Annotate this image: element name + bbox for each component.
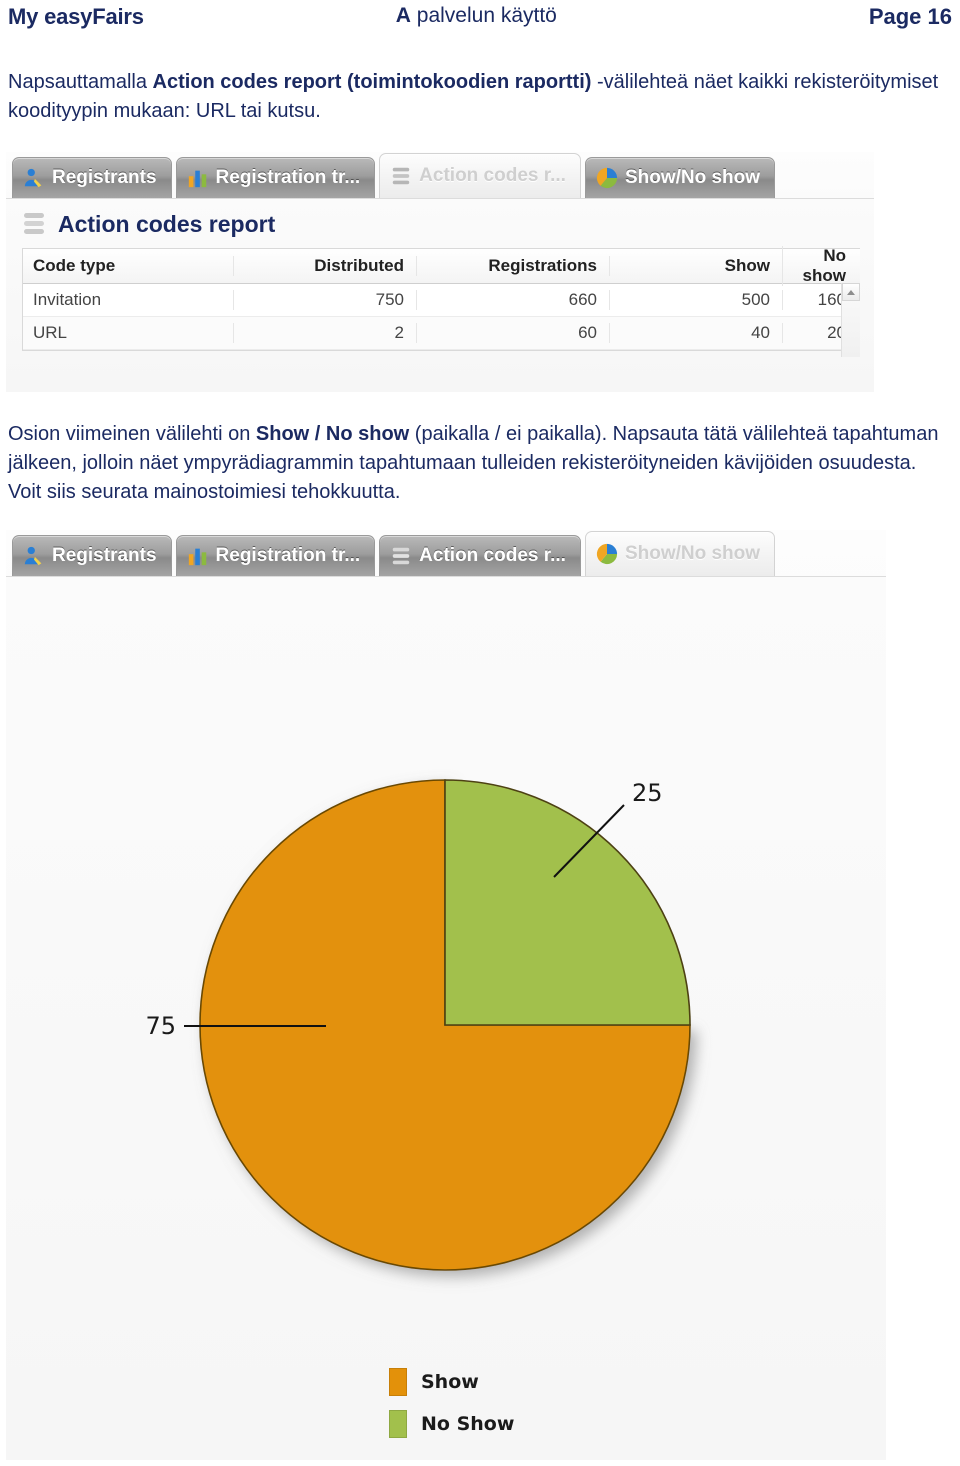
table-row[interactable]: Invitation 750 660 500 160 [23,284,860,317]
pie-chart-container: 75 25 [6,577,886,1460]
cell-distributed: 750 [233,290,416,310]
legend-label-no-show: No Show [421,1413,515,1435]
header-left-title: My easyFairs [8,4,144,29]
screenshot-action-codes-report: Registrants Registration tr... Action co… [6,152,874,392]
stacked-list-icon [392,167,410,185]
paragraph-2-part1: Osion viimeinen välilehti on [8,423,256,445]
cell-show: 500 [609,290,782,310]
bar-chart-icon [188,170,206,188]
pie-label-show: 75 [145,1012,176,1040]
paragraph-2: Osion viimeinen välilehti on Show / No s… [8,420,952,507]
tab-show-no-show[interactable]: Show/No show [584,157,776,198]
table-header-row: Code type Distributed Registrations Show… [23,246,860,286]
legend-item-show[interactable]: Show [389,1368,514,1396]
tab-label: Registrants [52,167,157,188]
pie-slice-no-show[interactable] [444,779,691,1026]
tab-registration-trend[interactable]: Registration tr... [175,157,376,198]
screenshot-show-no-show-chart: Registrants Registration tr... Action co… [6,530,886,1460]
table-scrollbar[interactable] [841,283,860,357]
cell-show: 40 [609,323,782,343]
tab-registrants[interactable]: Registrants [12,157,172,198]
column-header-show[interactable]: Show [609,256,782,276]
tab-label: Registrants [52,545,157,566]
header-center-bold: A [395,4,411,27]
tab-label: Show/No show [624,543,761,564]
screenshot-2-body: 75 25 [6,576,886,1460]
user-icon [24,168,42,188]
legend-item-no-show[interactable]: No Show [389,1410,514,1438]
screenshot-1-body: Action codes report Code type Distribute… [6,198,874,392]
user-icon [24,546,42,566]
pie-chart: 75 25 [145,779,691,1271]
table-row[interactable]: URL 2 60 40 20 [23,317,860,350]
tab-label: Action codes r... [419,165,566,186]
tab-label: Registration tr... [215,545,361,566]
pie-chart-icon [596,543,618,565]
pie-chart-icon [596,167,618,189]
report-title: Action codes report [6,199,874,248]
report-title-label: Action codes report [58,211,276,237]
column-header-no-show[interactable]: No show [782,246,860,286]
pie-label-no-show: 25 [632,779,663,807]
legend-swatch-show [389,1368,407,1396]
cell-code-type: Invitation [33,290,102,309]
cell-registrations: 60 [416,323,609,343]
paragraph-1: Napsauttamalla Action codes report (toim… [8,68,952,126]
scroll-up-arrow-icon[interactable] [842,283,860,301]
tabstrip-2: Registrants Registration tr... Action co… [6,530,886,576]
column-header-code-type[interactable]: Code type [23,256,233,276]
paragraph-1-bold: Action codes report (toimintokoodien rap… [152,71,592,93]
tab-show-no-show[interactable]: Show/No show [584,531,776,576]
tab-action-codes-report[interactable]: Action codes r... [379,535,581,576]
tab-registrants[interactable]: Registrants [12,535,172,576]
legend-label-show: Show [421,1371,479,1393]
paragraph-1-part1: Napsauttamalla [8,71,153,93]
cell-code-type: URL [33,323,68,342]
stacked-list-icon [392,547,410,565]
bar-chart-icon [188,548,206,566]
tab-action-codes-report[interactable]: Action codes r... [379,153,581,198]
page-header: My easyFairs A palvelun käyttö Page 16 [0,0,960,44]
tab-label: Registration tr... [215,167,361,188]
header-center-rest: palvelun käyttö [410,4,557,27]
stacked-list-icon [24,212,44,234]
column-header-registrations[interactable]: Registrations [416,256,609,276]
tab-label: Show/No show [624,167,761,188]
chart-legend: Show No Show [389,1368,514,1438]
tabstrip-1: Registrants Registration tr... Action co… [6,152,874,198]
action-codes-table: Code type Distributed Registrations Show… [22,246,860,351]
legend-swatch-no-show [389,1410,407,1438]
page-number: Page 16 [868,4,952,29]
header-center-title: A palvelun käyttö [396,4,557,28]
cell-distributed: 2 [233,323,416,343]
tab-label: Action codes r... [419,545,566,566]
column-header-distributed[interactable]: Distributed [233,256,416,276]
paragraph-2-bold: Show / No show [255,423,410,445]
cell-registrations: 660 [416,290,609,310]
tab-registration-trend[interactable]: Registration tr... [175,535,376,576]
